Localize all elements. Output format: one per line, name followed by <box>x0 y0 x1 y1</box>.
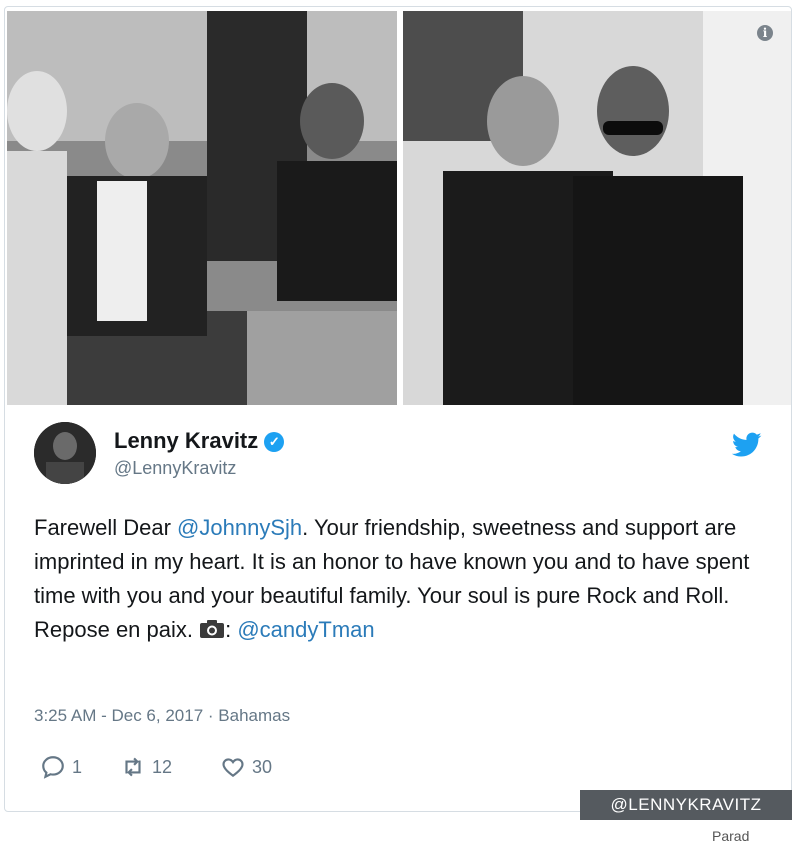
watermark-label: @LENNYKRAVITZ <box>580 790 792 820</box>
avatar[interactable] <box>34 422 96 484</box>
avatar-image <box>34 422 96 484</box>
photo-left[interactable] <box>7 11 397 405</box>
retweet-count: 12 <box>152 756 173 777</box>
tweet-meta: 3:25 AM - Dec 6, 2017 · Bahamas <box>34 706 290 726</box>
tweet-location[interactable]: Bahamas <box>218 706 290 725</box>
retweet-icon <box>125 757 141 777</box>
photo-left-image <box>7 11 397 405</box>
reply-icon <box>42 756 64 779</box>
heart-icon <box>222 758 244 777</box>
tweet-text: Farewell Dear @JohnnySjh. Your friendshi… <box>34 511 754 647</box>
verified-check-icon: ✓ <box>264 432 285 452</box>
mention-link-candytman[interactable]: @candyTman <box>237 617 374 642</box>
author-name-text: Lenny Kravitz <box>114 428 259 453</box>
reply-button[interactable]: 1 <box>40 752 82 782</box>
like-button[interactable]: 30 <box>220 752 272 782</box>
twitter-bird-icon[interactable] <box>732 432 762 458</box>
photo-right[interactable] <box>403 11 791 405</box>
retweet-button[interactable]: 12 <box>120 752 172 782</box>
tweet-text-part3: : <box>225 617 238 642</box>
info-icon[interactable]: i <box>757 25 773 41</box>
tweet-timestamp[interactable]: 3:25 AM - Dec 6, 2017 <box>34 706 203 725</box>
reply-count: 1 <box>72 756 83 777</box>
tweet-text-part1: Farewell Dear <box>34 515 178 540</box>
photo-right-image <box>403 11 791 405</box>
author-handle[interactable]: @LennyKravitz <box>114 458 236 479</box>
bottom-text-fragment: Parad <box>712 828 750 844</box>
tweet-header: Lenny Kravitz ✓ @LennyKravitz <box>34 418 770 488</box>
embedded-tweet-card: i <box>4 6 792 812</box>
camera-icon <box>200 620 225 638</box>
author-display-name[interactable]: Lenny Kravitz ✓ <box>114 428 285 454</box>
mention-link-johnnysjh[interactable]: @JohnnySjh <box>177 515 302 540</box>
meta-separator: · <box>207 706 214 725</box>
like-count: 30 <box>252 756 273 777</box>
